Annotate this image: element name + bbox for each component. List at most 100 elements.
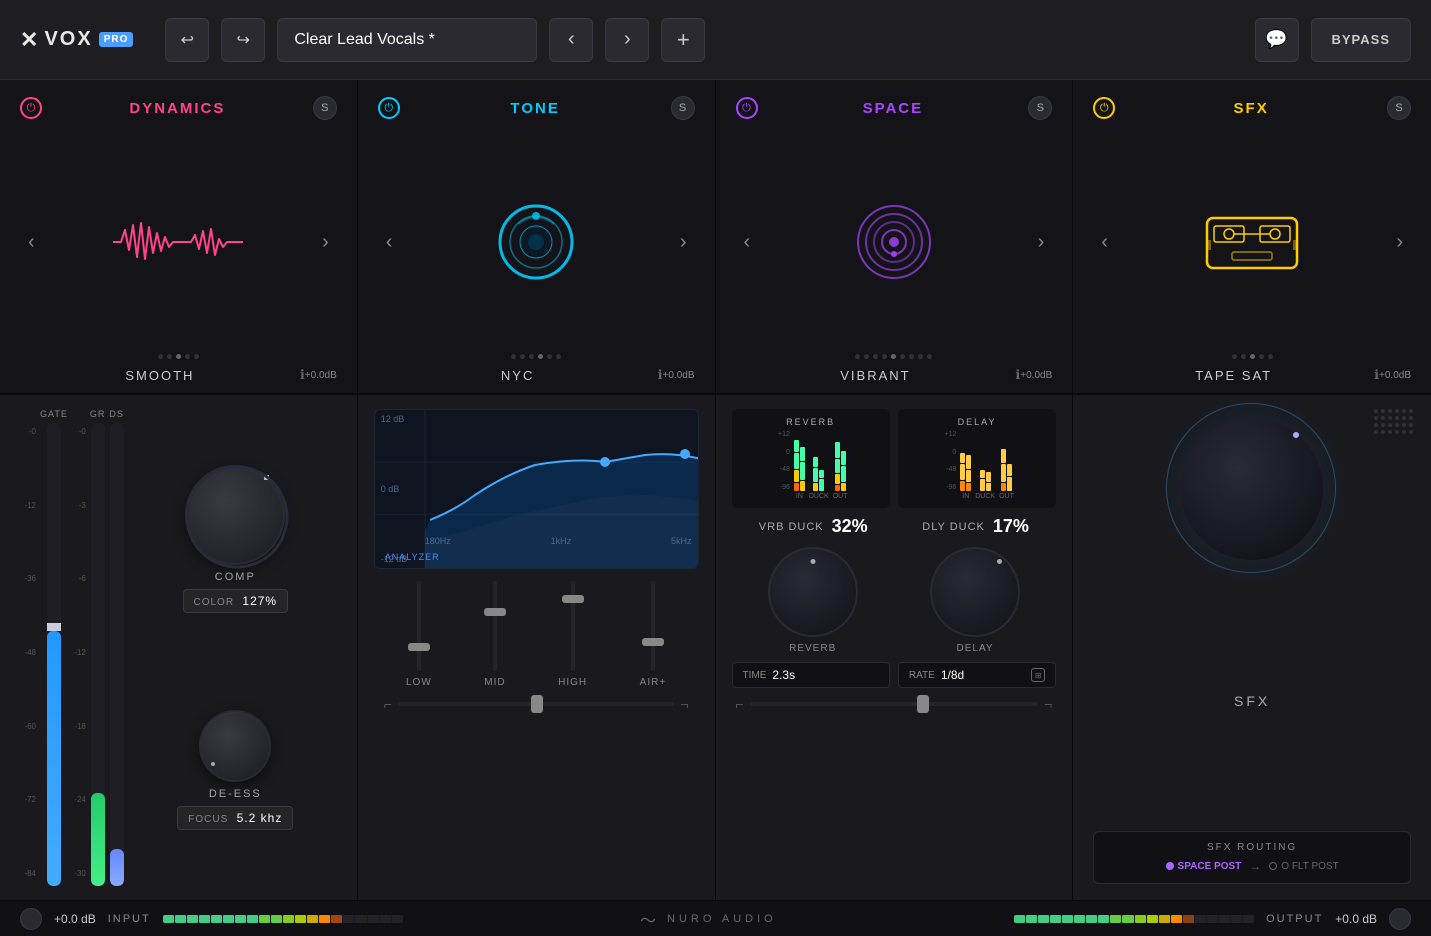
tone-next-arrow[interactable]: › (672, 227, 695, 258)
dot-5 (547, 354, 552, 359)
preset-name[interactable]: Clear Lead Vocals * (277, 18, 537, 62)
dot-6 (900, 354, 905, 359)
rate-box[interactable]: RATE 1/8d ⊞ (898, 662, 1056, 688)
dly-scale-48: -48 (940, 466, 956, 473)
tone-s-button[interactable]: S (671, 96, 695, 120)
bypass-button[interactable]: BYPASS (1311, 18, 1412, 62)
reverb-knob[interactable] (768, 547, 858, 637)
space-next-arrow[interactable]: › (1030, 227, 1053, 258)
sfx-nav: ‹ › (1093, 130, 1411, 354)
space-post-option[interactable]: SPACE POST (1166, 861, 1242, 872)
sfx-s-button[interactable]: S (1387, 96, 1411, 120)
dot-3 (529, 354, 534, 359)
space-bottom-panel: REVERB +12 0 -48 -96 (716, 395, 1074, 900)
comment-button[interactable]: 💬 (1255, 18, 1299, 62)
eq-faders: LOW MID HIGH (374, 581, 699, 688)
add-preset-button[interactable]: + (661, 18, 705, 62)
delay-duck-label: DUCK (975, 493, 995, 500)
low-fader-thumb[interactable] (408, 643, 430, 651)
redo-button[interactable]: ↪ (221, 18, 265, 62)
low-fader-col: LOW (406, 581, 432, 688)
routing-arrow: → (1249, 859, 1261, 873)
high-fader-track[interactable] (571, 581, 575, 671)
sfx-prev-arrow[interactable]: ‹ (1093, 227, 1116, 258)
tone-power-button[interactable]: ⏻ (378, 97, 400, 119)
space-header: ⏻ SPACE S (736, 96, 1053, 120)
tone-preset-label: NYC (378, 368, 658, 383)
dot-2 (1241, 354, 1246, 359)
space-s-button[interactable]: S (1028, 96, 1052, 120)
output-knob[interactable] (1389, 908, 1411, 930)
space-fader-left-icon: ⌐ (736, 696, 744, 712)
dly-duck-value: 17% (993, 516, 1029, 537)
dynamics-preset-label: SMOOTH (20, 368, 300, 383)
gr-scale-6: -6 (72, 574, 86, 583)
air-fader-thumb[interactable] (642, 638, 664, 646)
gate-label: GATE (40, 409, 68, 419)
comp-knob[interactable] (185, 465, 285, 565)
dynamics-power-button[interactable]: ⏻ (20, 97, 42, 119)
tone-prev-arrow[interactable]: ‹ (378, 227, 401, 258)
space-preset-label: VIBRANT (736, 368, 1016, 383)
next-preset-button[interactable]: › (605, 18, 649, 62)
color-value-box[interactable]: COLOR 127% (183, 589, 289, 613)
sfx-next-arrow[interactable]: › (1388, 227, 1411, 258)
tone-horiz-thumb[interactable] (531, 695, 543, 713)
brand-name: NURO AUDIO (667, 913, 777, 925)
gate-fader[interactable] (47, 423, 61, 886)
dynamics-next-arrow[interactable]: › (314, 227, 337, 258)
ds-fader[interactable] (110, 423, 124, 886)
space-fader-track[interactable] (750, 702, 1038, 706)
sfx-large-knob[interactable] (1178, 415, 1326, 563)
dot-2 (520, 354, 525, 359)
reverb-in-label: IN (796, 493, 803, 500)
space-db: +0.0dB (1020, 370, 1052, 381)
db-scale-60: -60 (18, 722, 36, 731)
tone-horiz-fader[interactable] (398, 702, 674, 706)
mid-fader-thumb[interactable] (484, 608, 506, 616)
delay-knob[interactable] (930, 547, 1020, 637)
reverb-out-label: OUT (833, 493, 848, 500)
color-label: COLOR (194, 597, 235, 608)
gate-fader-thumb[interactable] (47, 623, 61, 631)
link-icon[interactable]: ⊞ (1031, 668, 1045, 682)
sfx-power-button[interactable]: ⏻ (1093, 97, 1115, 119)
dynamics-prev-arrow[interactable]: ‹ (20, 227, 43, 258)
delay-out-label: OUT (999, 493, 1014, 500)
logo-x-icon: ✕ (20, 27, 38, 53)
prev-preset-button[interactable]: ‹ (549, 18, 593, 62)
routing-title: SFX ROUTING (1108, 842, 1396, 853)
sfx-bottom: TAPE SAT ℹ +0.0dB (1093, 367, 1411, 383)
dynamics-s-button[interactable]: S (313, 96, 337, 120)
high-fader-thumb[interactable] (562, 595, 584, 603)
dynamics-dots (158, 354, 199, 359)
flt-post-option[interactable]: O FLT POST (1269, 861, 1338, 872)
tone-top-panel: ⏻ TONE S ‹ › (358, 80, 716, 393)
header: ✕ VOX PRO ↩ ↪ Clear Lead Vocals * ‹ › + … (0, 0, 1431, 80)
time-rate-row: TIME 2.3s RATE 1/8d ⊞ (732, 662, 1057, 688)
air-fader-track[interactable] (651, 581, 655, 671)
input-knob[interactable] (20, 908, 42, 930)
eq-analyzer: 12 dB 0 dB -12 dB (374, 409, 699, 569)
dynamics-bottom-panel: -0 -12 -36 -48 -60 -72 -84 GATE (0, 395, 358, 900)
sfx-title: SFX (1115, 100, 1387, 117)
low-fader-track[interactable] (417, 581, 421, 671)
eq-180hz: 180Hz (425, 536, 451, 546)
dot-9 (927, 354, 932, 359)
de-ess-knob[interactable] (199, 710, 271, 782)
main-content: ⏻ DYNAMICS S ‹ › (0, 80, 1431, 900)
space-post-dot (1166, 862, 1174, 870)
time-box[interactable]: TIME 2.3s (732, 662, 890, 688)
space-power-button[interactable]: ⏻ (736, 97, 758, 119)
space-prev-arrow[interactable]: ‹ (736, 227, 759, 258)
mid-fader-track[interactable] (493, 581, 497, 671)
dot-5 (194, 354, 199, 359)
space-fader-thumb[interactable] (917, 695, 929, 713)
undo-button[interactable]: ↩ (165, 18, 209, 62)
sfx-routing-box[interactable]: SFX ROUTING SPACE POST → O FLT POST (1093, 831, 1411, 884)
focus-value-box[interactable]: FOCUS 5.2 khz (177, 806, 293, 830)
dly-scale-12: +12 (940, 431, 956, 438)
duck-values-row: VRB DUCK 32% DLY DUCK 17% (732, 516, 1057, 537)
gr-fader[interactable] (91, 423, 105, 886)
comp-label: COMP (215, 571, 256, 583)
